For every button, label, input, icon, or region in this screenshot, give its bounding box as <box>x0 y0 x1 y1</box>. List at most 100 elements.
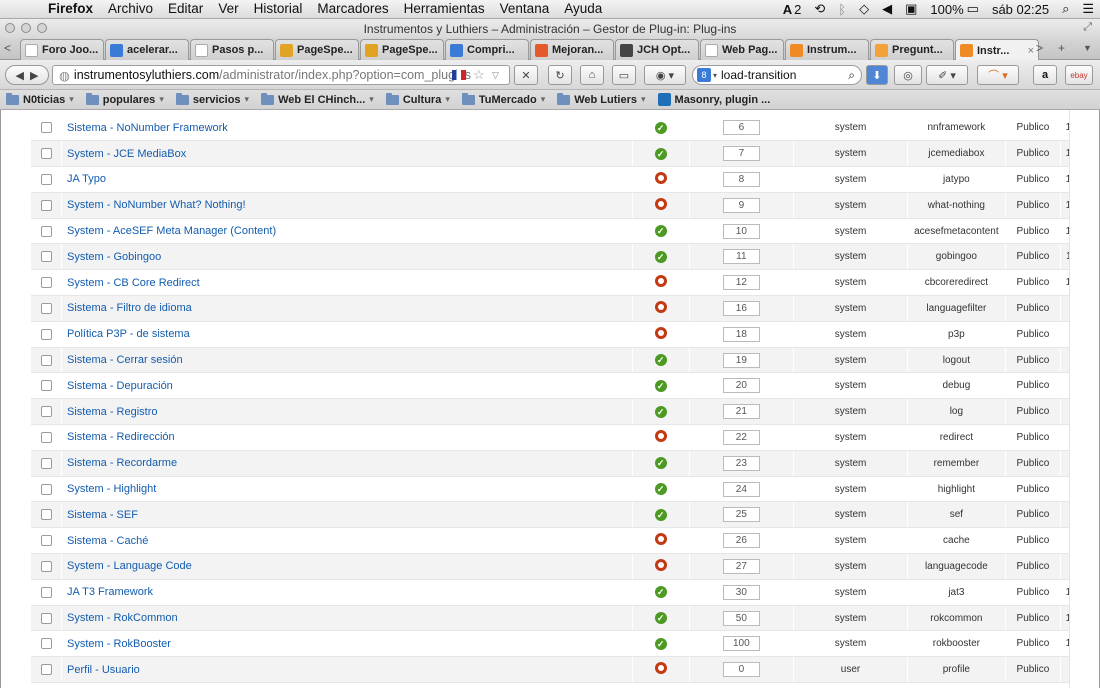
amazon-button[interactable]: a <box>1033 65 1057 85</box>
sync-button[interactable]: ◎ <box>894 65 922 85</box>
addon-button[interactable]: ◉ ▾ <box>644 65 686 85</box>
ordering-input[interactable]: 16 <box>722 300 760 316</box>
ordering-input[interactable]: 50 <box>722 610 760 626</box>
row-checkbox[interactable] <box>40 303 52 315</box>
disabled-status-icon[interactable] <box>654 533 667 546</box>
search-bar[interactable]: 8 ▾ load-transition ⌕ <box>692 65 862 85</box>
menu-ayuda[interactable]: Ayuda <box>564 1 602 16</box>
enabled-check-icon[interactable]: ✓ <box>654 637 667 650</box>
plugin-name-link[interactable]: System - RokCommon <box>61 605 633 632</box>
row-checkbox[interactable] <box>40 122 52 134</box>
plugin-name-link[interactable]: Política P3P - de sistema <box>61 321 633 348</box>
enabled-check-icon[interactable]: ✓ <box>654 457 667 470</box>
new-tab-icon[interactable]: + <box>1058 41 1065 55</box>
plugin-name-link[interactable]: System - Gobingoo <box>61 243 633 271</box>
row-checkbox[interactable] <box>40 509 52 521</box>
enabled-check-icon[interactable]: ✓ <box>654 612 667 625</box>
menu-historial[interactable]: Historial <box>254 1 303 16</box>
row-checkbox[interactable] <box>40 328 52 340</box>
row-checkbox[interactable] <box>40 174 52 186</box>
ordering-input[interactable]: 24 <box>722 481 760 497</box>
plugin-name-link[interactable]: Sistema - NoNumber Framework <box>61 115 633 142</box>
disabled-status-icon[interactable] <box>654 558 667 571</box>
row-checkbox[interactable] <box>40 457 52 469</box>
row-checkbox[interactable] <box>40 483 52 495</box>
plugin-name-link[interactable]: System - AceSEF Meta Manager (Content) <box>61 218 633 245</box>
row-checkbox[interactable] <box>40 354 52 366</box>
url-bar[interactable]: ◍ instrumentosyluthiers.com/administrato… <box>52 65 510 85</box>
ordering-input[interactable]: 18 <box>722 326 760 342</box>
enabled-check-icon[interactable]: ✓ <box>654 483 667 496</box>
ordering-input[interactable]: 21 <box>722 404 760 420</box>
ordering-input[interactable]: 26 <box>722 533 760 549</box>
extension-button[interactable]: ✐ ▾ <box>926 65 968 85</box>
row-checkbox[interactable] <box>40 432 52 444</box>
plugin-name-link[interactable]: Sistema - Caché <box>61 527 633 555</box>
browser-tab[interactable]: Mejoran... <box>530 39 614 60</box>
screen-button[interactable]: ▭ <box>612 65 636 85</box>
tabs-scroll-left-icon[interactable]: < <box>4 41 11 55</box>
downloads-button[interactable]: ⬇ <box>866 65 888 85</box>
row-checkbox[interactable] <box>40 638 52 650</box>
browser-tab[interactable]: Web Pag... <box>700 39 784 60</box>
browser-tab[interactable]: Foro Joo... <box>20 39 104 60</box>
enabled-check-icon[interactable]: ✓ <box>654 121 667 134</box>
plugin-name-link[interactable]: System - JCE MediaBox <box>61 140 633 168</box>
plugin-name-link[interactable]: Sistema - Redirección <box>61 424 633 451</box>
row-checkbox[interactable] <box>40 251 52 263</box>
plugin-name-link[interactable]: Perfil - Usuario <box>61 656 633 684</box>
browser-tab[interactable]: PageSpe... <box>360 39 444 60</box>
plugin-name-link[interactable]: Sistema - SEF <box>61 501 633 529</box>
plugin-name-link[interactable]: System - Highlight <box>61 476 633 503</box>
enabled-check-icon[interactable]: ✓ <box>654 508 667 521</box>
spotlight-icon[interactable]: ⌕ <box>1062 1 1069 17</box>
bookmark-folder[interactable]: N0ticias ▾ <box>6 92 74 106</box>
menu-app-name[interactable]: Firefox <box>48 1 93 16</box>
row-checkbox[interactable] <box>40 406 52 418</box>
bookmark-folder[interactable]: Web Lutiers ▾ <box>557 92 646 106</box>
menu-editar[interactable]: Editar <box>168 1 203 16</box>
stop-button[interactable]: ✕ <box>514 65 538 85</box>
browser-tab[interactable]: PageSpe... <box>275 39 359 60</box>
plugin-name-link[interactable]: System - Language Code <box>61 553 633 580</box>
enabled-check-icon[interactable]: ✓ <box>654 250 667 263</box>
ordering-input[interactable]: 11 <box>722 249 760 265</box>
ordering-input[interactable]: 19 <box>722 352 760 368</box>
menu-ventana[interactable]: Ventana <box>500 1 550 16</box>
ordering-input[interactable]: 0 <box>722 662 760 678</box>
plugin-name-link[interactable]: Sistema - Registro <box>61 398 633 426</box>
browser-tab[interactable]: Instrum... <box>785 39 869 60</box>
ordering-input[interactable]: 25 <box>722 507 760 523</box>
bookmark-folder[interactable]: TuMercado ▾ <box>461 92 545 106</box>
bookmark-folder[interactable]: Cultura ▾ <box>385 92 450 106</box>
plugin-name-link[interactable]: System - RokBooster <box>61 630 633 658</box>
tabs-scroll-right-icon[interactable]: > <box>1036 41 1043 55</box>
browser-tab[interactable]: Pregunt... <box>870 39 954 60</box>
scrollbar[interactable] <box>1069 110 1099 688</box>
disabled-status-icon[interactable] <box>654 275 667 288</box>
ordering-input[interactable]: 12 <box>722 275 760 291</box>
clock[interactable]: sáb 02:25 <box>992 2 1049 17</box>
close-tab-icon[interactable]: × <box>1024 45 1034 57</box>
ordering-input[interactable]: 10 <box>722 223 760 239</box>
plugin-name-link[interactable]: JA Typo <box>61 166 633 193</box>
ordering-input[interactable]: 27 <box>722 558 760 574</box>
ordering-input[interactable]: 30 <box>722 584 760 600</box>
display-icon[interactable]: ▣ <box>905 1 917 17</box>
bookmark-folder[interactable]: servicios ▾ <box>175 92 249 106</box>
row-checkbox[interactable] <box>40 535 52 547</box>
enabled-check-icon[interactable]: ✓ <box>654 586 667 599</box>
ordering-input[interactable]: 20 <box>722 378 760 394</box>
row-checkbox[interactable] <box>40 225 52 237</box>
row-checkbox[interactable] <box>40 664 52 676</box>
disabled-status-icon[interactable] <box>654 662 667 675</box>
enabled-check-icon[interactable]: ✓ <box>654 405 667 418</box>
back-forward-button[interactable]: ◀ ▶ <box>5 65 49 85</box>
ordering-input[interactable]: 6 <box>722 120 760 136</box>
plugin-name-link[interactable]: Sistema - Depuración <box>61 372 633 400</box>
bookmark-link[interactable]: Masonry, plugin ... <box>657 93 770 106</box>
home-button[interactable]: ⌂ <box>580 65 604 85</box>
time-machine-icon[interactable]: ⟲ <box>814 1 825 17</box>
plugin-name-link[interactable]: JA T3 Framework <box>61 579 633 606</box>
volume-icon[interactable]: ◀ <box>882 1 892 17</box>
